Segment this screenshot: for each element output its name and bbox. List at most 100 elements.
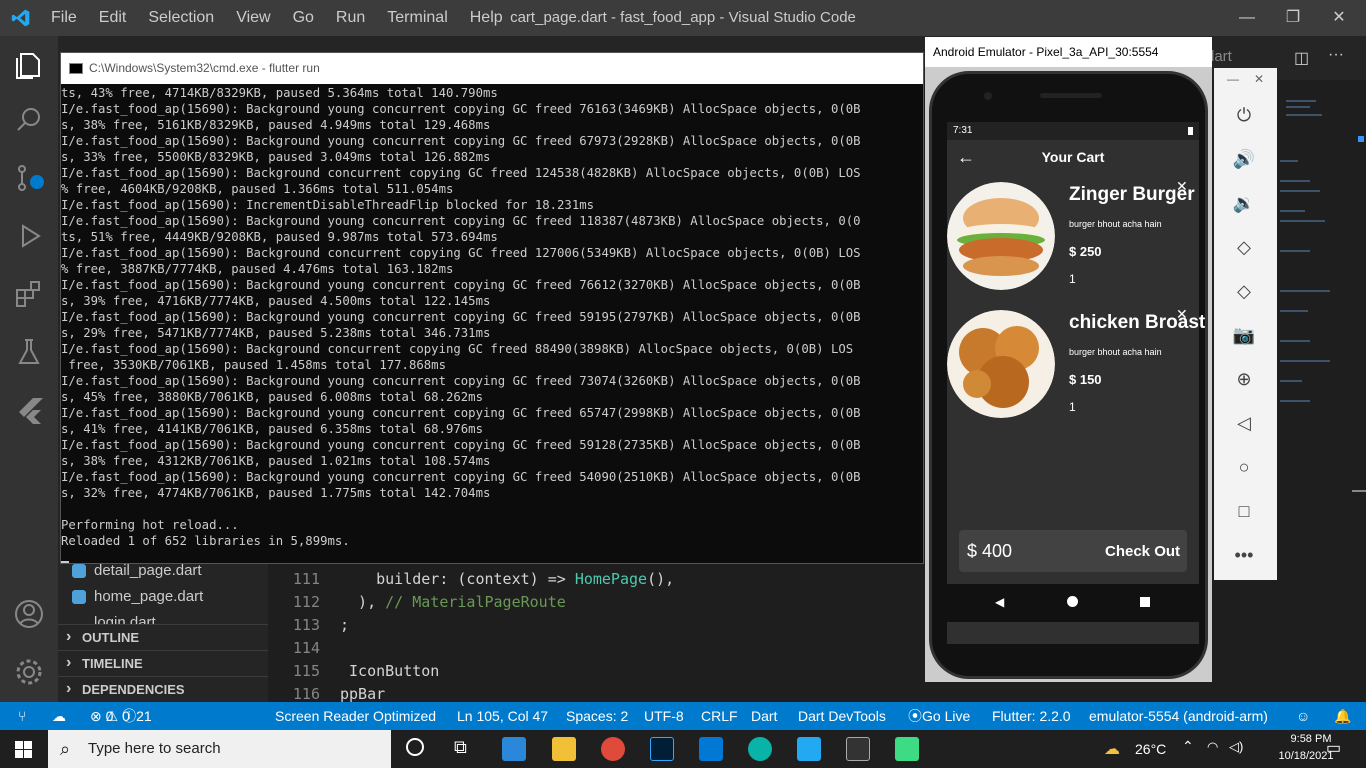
emulator-taskbar-icon[interactable] xyxy=(895,737,919,761)
feedback-icon[interactable]: ☺ xyxy=(1296,702,1310,730)
settings-gear-icon[interactable] xyxy=(13,656,45,688)
explorer-icon[interactable] xyxy=(13,50,45,82)
menu-go[interactable]: Go xyxy=(282,0,325,36)
extensions-icon[interactable] xyxy=(13,278,45,310)
photoshop-icon[interactable] xyxy=(650,737,674,761)
terminal-output[interactable]: ts, 43% free, 4714KB/8329KB, paused 5.36… xyxy=(61,85,923,563)
run-debug-icon[interactable] xyxy=(13,220,45,252)
sync-icon[interactable]: ☁ xyxy=(52,702,66,730)
show-hidden-icons[interactable]: ⌃ xyxy=(1182,738,1194,755)
tab-partial[interactable]: lart xyxy=(1211,48,1232,65)
cursor-position[interactable]: Ln 105, Col 47 xyxy=(457,702,548,730)
menu-run[interactable]: Run xyxy=(325,0,376,36)
status-bar: ⑂ ☁ ⊗ 0 ⚠ 0 ⓘ 21 Screen Reader Optimized… xyxy=(0,702,1366,730)
dart-file-icon xyxy=(72,564,86,578)
back-arrow-icon[interactable]: ← xyxy=(957,140,975,174)
section-dependencies[interactable]: DEPENDENCIES xyxy=(58,676,268,702)
more-options-icon[interactable]: ••• xyxy=(1232,543,1256,567)
testing-icon[interactable] xyxy=(13,336,45,368)
action-center-icon[interactable]: ▭ xyxy=(1326,738,1341,758)
remove-item-icon[interactable]: ✕ xyxy=(1176,178,1188,195)
back-icon[interactable]: ◁ xyxy=(1232,411,1256,435)
vscode-taskbar-icon[interactable] xyxy=(797,737,821,761)
edge-icon[interactable] xyxy=(748,737,772,761)
cmd-taskbar-icon[interactable] xyxy=(846,737,870,761)
menu-help[interactable]: Help xyxy=(459,0,514,36)
indentation[interactable]: Spaces: 2 xyxy=(566,702,628,730)
camera-icon xyxy=(984,92,992,100)
restore-button[interactable]: ❐ xyxy=(1270,0,1316,36)
line-ending[interactable]: CRLF xyxy=(701,702,738,730)
menu-edit[interactable]: Edit xyxy=(88,0,138,36)
android-nav-bar: ◀ xyxy=(947,584,1199,622)
minimize-button[interactable]: — xyxy=(1224,0,1270,36)
flutter-version[interactable]: Flutter: 2.2.0 xyxy=(992,702,1071,730)
windows-start-icon[interactable] xyxy=(15,741,32,758)
source-control-icon[interactable] xyxy=(13,162,45,194)
section-outline[interactable]: OUTLINE xyxy=(58,624,268,650)
menu-view[interactable]: View xyxy=(225,0,281,36)
cmd-title-bar[interactable]: C:\Windows\System32\cmd.exe - flutter ru… xyxy=(61,53,923,84)
item-description: burger bhout acha hain xyxy=(1069,347,1162,357)
store-icon[interactable] xyxy=(502,737,526,761)
wifi-icon[interactable]: ◠ xyxy=(1207,739,1218,755)
split-editor-icon[interactable]: ◫ xyxy=(1294,48,1309,68)
zoom-icon[interactable]: ⊕ xyxy=(1232,367,1256,391)
power-icon[interactable]: ⏻ xyxy=(1232,103,1256,127)
zinger-burger-image xyxy=(947,182,1055,290)
section-timeline[interactable]: TIMELINE xyxy=(58,650,268,676)
task-view-icon[interactable]: ⧉ xyxy=(454,737,467,758)
notifications-bell-icon[interactable]: 🔔 xyxy=(1334,702,1351,730)
taskbar-search[interactable]: ⌕ Type here to search xyxy=(48,730,391,768)
emu-close-icon[interactable]: ✕ xyxy=(1254,72,1264,86)
file-item[interactable]: detail_page.dart xyxy=(72,562,202,579)
encoding[interactable]: UTF-8 xyxy=(644,702,684,730)
item-quantity: 1 xyxy=(1069,400,1076,414)
item-description: burger bhout acha hain xyxy=(1069,219,1162,229)
search-icon[interactable] xyxy=(13,104,45,136)
menu-file[interactable]: File xyxy=(40,0,88,36)
menu-terminal[interactable]: Terminal xyxy=(376,0,458,36)
mail-icon[interactable] xyxy=(699,737,723,761)
language-mode[interactable]: Dart xyxy=(751,702,777,730)
temperature[interactable]: 26°C xyxy=(1135,741,1166,757)
code-line: 111 builder: (context) => HomePage(), xyxy=(292,570,675,588)
remove-item-icon[interactable]: ✕ xyxy=(1176,306,1188,323)
go-live[interactable]: ⦿ Go Live xyxy=(908,702,970,730)
screen-reader-status[interactable]: Screen Reader Optimized xyxy=(275,702,436,730)
rotate-right-icon[interactable]: ◇ xyxy=(1232,279,1256,303)
code-line: 112 ), // MaterialPageRoute xyxy=(292,593,566,611)
rotate-left-icon[interactable]: ◇ xyxy=(1232,235,1256,259)
close-button[interactable]: ✕ xyxy=(1316,0,1362,36)
overview-icon[interactable]: □ xyxy=(1232,499,1256,523)
dart-devtools[interactable]: Dart DevTools xyxy=(798,702,886,730)
remote-icon[interactable]: ⑂ xyxy=(18,702,26,730)
nav-home-icon[interactable] xyxy=(1067,596,1078,607)
chrome-icon[interactable] xyxy=(601,737,625,761)
android-emulator-window[interactable]: Android Emulator - Pixel_3a_API_30:5554 … xyxy=(925,37,1212,682)
emu-minimize-icon[interactable]: — xyxy=(1227,72,1239,86)
file-item[interactable]: login.dart xyxy=(94,614,156,624)
nav-recents-icon[interactable] xyxy=(1140,597,1150,607)
checkout-button[interactable]: Check Out xyxy=(1105,543,1180,560)
problems-indicator[interactable]: ⊗ 0 ⚠ 0 ⓘ 21 xyxy=(90,702,152,730)
file-item[interactable]: home_page.dart xyxy=(72,588,203,605)
cmd-window[interactable]: C:\Windows\System32\cmd.exe - flutter ru… xyxy=(60,52,924,564)
nav-back-icon[interactable]: ◀ xyxy=(995,595,1004,609)
home-icon[interactable]: ○ xyxy=(1232,455,1256,479)
volume-up-icon[interactable]: 🔊 xyxy=(1232,147,1256,171)
chicken-broast-image xyxy=(947,310,1055,418)
activity-bar xyxy=(0,36,58,702)
volume-down-icon[interactable]: 🔉 xyxy=(1232,191,1256,215)
app-screen[interactable]: 7:31 ← Your Cart Zinger Burger ✕ burger … xyxy=(947,122,1205,644)
account-icon[interactable] xyxy=(13,598,45,630)
file-explorer-icon[interactable] xyxy=(552,737,576,761)
more-actions-icon[interactable]: ··· xyxy=(1328,46,1344,64)
device-selector[interactable]: emulator-5554 (android-arm) xyxy=(1089,702,1268,730)
flutter-icon[interactable] xyxy=(13,394,45,426)
menu-selection[interactable]: Selection xyxy=(137,0,225,36)
volume-icon[interactable]: ◁) xyxy=(1229,739,1243,755)
camera-screenshot-icon[interactable]: 📷 xyxy=(1232,323,1256,347)
cortana-icon[interactable] xyxy=(406,738,424,756)
weather-icon[interactable]: ☁ xyxy=(1104,739,1120,759)
